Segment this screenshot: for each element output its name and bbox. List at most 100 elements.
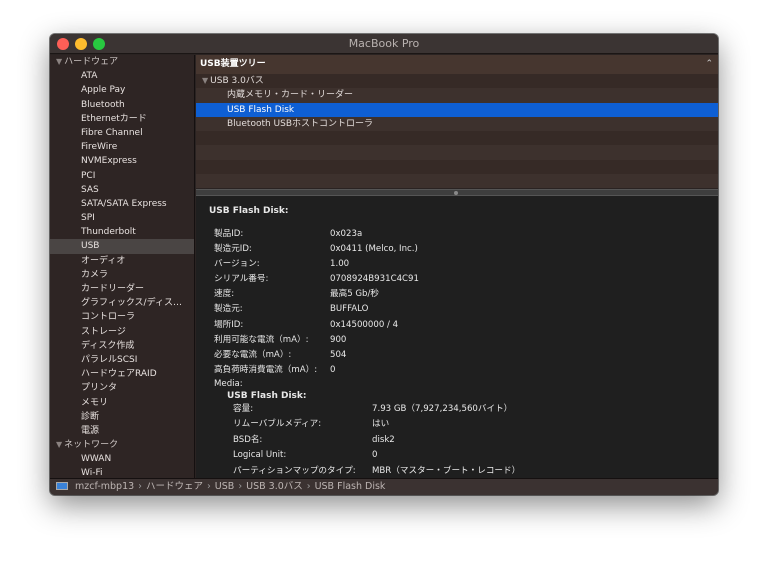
media-title: USB Flash Disk:: [227, 390, 307, 401]
path-segment[interactable]: ハードウェア: [146, 481, 203, 492]
path-segment[interactable]: USB Flash Disk: [315, 481, 386, 492]
sidebar-item-label: NVMExpress: [81, 156, 137, 167]
tree-row: [196, 174, 718, 189]
disclosure-triangle-icon[interactable]: ▼: [56, 57, 62, 66]
property-row: 速度: 最高5 Gb/秒: [209, 287, 718, 302]
chevron-right-icon: ›: [306, 481, 311, 492]
property-value: disk2: [372, 434, 395, 445]
property-row: リムーバブルメディア: はい: [209, 417, 718, 433]
property-value: 0x0411 (Melco, Inc.): [330, 244, 418, 255]
tree-row: [196, 131, 718, 146]
sidebar-item[interactable]: Wi-Fi: [50, 466, 194, 478]
split-divider[interactable]: [196, 189, 718, 196]
sidebar-item[interactable]: プリンタ: [50, 381, 194, 395]
property-key: バージョン:: [214, 259, 260, 270]
sidebar-item[interactable]: グラフィックス/ディス…: [50, 296, 194, 310]
property-key: 製造元:: [214, 304, 243, 315]
sidebar-item-label: ネットワーク: [64, 440, 119, 451]
sidebar-item[interactable]: カードリーダー: [50, 282, 194, 296]
sidebar-item-label: カメラ: [81, 269, 109, 280]
property-key: 製造元ID:: [214, 244, 252, 255]
sidebar-item-label: オーディオ: [81, 255, 126, 266]
sidebar-item[interactable]: メモリ: [50, 396, 194, 410]
property-value: 0x023a: [330, 229, 363, 239]
sidebar-item[interactable]: Fibre Channel: [50, 126, 194, 140]
path-segment[interactable]: USB 3.0バス: [246, 481, 303, 492]
property-key: Logical Unit:: [233, 450, 287, 461]
property-key: 必要な電流（mA）:: [214, 349, 292, 360]
tree-header[interactable]: USB装置ツリー ⌃: [196, 55, 718, 74]
path-bar: mzcf-mbp13 › ハードウェア › USB › USB 3.0バス › USB Flas…: [50, 478, 718, 495]
sidebar: ▼ ハードウェア ATA Apple Pay Bluetooth Ethernetカード F…: [50, 55, 195, 478]
property-value: はい: [372, 419, 390, 430]
chevron-right-icon: ›: [206, 481, 211, 492]
sidebar-group[interactable]: ▼ ネットワーク: [50, 438, 194, 452]
property-row: 場所ID: 0x14500000 / 4: [209, 318, 718, 333]
tree-row[interactable]: ▼ USB 3.0バス: [196, 74, 718, 89]
property-value: MBR（マスター・ブート・レコード）: [372, 465, 521, 476]
property-value: 0x14500000 / 4: [330, 319, 399, 330]
sidebar-item-label: ハードウェアRAID: [81, 369, 157, 380]
tree-row[interactable]: USB Flash Disk: [196, 102, 718, 117]
property-value: 900: [330, 334, 347, 345]
sidebar-item[interactable]: 電源: [50, 424, 194, 438]
sidebar-item[interactable]: ハードウェアRAID: [50, 367, 194, 381]
property-row: 高負荷時消費電流（mA）: 0: [209, 363, 718, 378]
property-value: 最高5 Gb/秒: [330, 289, 379, 300]
chevron-up-icon[interactable]: ⌃: [705, 55, 713, 74]
sidebar-item[interactable]: USB: [50, 239, 194, 254]
property-key: 製品ID:: [214, 229, 244, 239]
sidebar-item[interactable]: ATA: [50, 69, 194, 83]
sidebar-item[interactable]: WWAN: [50, 452, 194, 466]
sidebar-item-label: USB: [81, 241, 100, 252]
sidebar-item[interactable]: PCI: [50, 169, 194, 183]
sidebar-item[interactable]: Bluetooth: [50, 98, 194, 112]
sidebar-item[interactable]: SPI: [50, 211, 194, 225]
sidebar-item[interactable]: 診断: [50, 410, 194, 424]
chevron-right-icon: ›: [138, 481, 142, 492]
sidebar-item[interactable]: ストレージ: [50, 325, 194, 339]
path-segment[interactable]: mzcf-mbp13: [75, 481, 134, 492]
sidebar-group[interactable]: ▼ ハードウェア: [50, 55, 194, 69]
tree-row[interactable]: 内蔵メモリ・カード・リーダー: [196, 88, 718, 103]
property-key: 高負荷時消費電流（mA）:: [214, 364, 318, 375]
sidebar-item[interactable]: Ethernetカード: [50, 112, 194, 126]
sidebar-item-label: SATA/SATA Express: [81, 198, 167, 209]
property-row: パーティションマップのタイプ: MBR（マスター・ブート・レコード）: [209, 464, 718, 478]
tree-row: [196, 159, 718, 175]
property-row: バージョン: 1.00: [209, 257, 718, 272]
sidebar-item[interactable]: コントローラ: [50, 310, 194, 324]
title-bar: MacBook Pro: [50, 34, 718, 54]
sidebar-item[interactable]: FireWire: [50, 140, 194, 154]
disclosure-triangle-icon[interactable]: ▼: [202, 76, 208, 85]
property-key: 速度:: [214, 289, 235, 300]
tree-row[interactable]: Bluetooth USBホストコントローラ: [196, 116, 718, 132]
detail-pane: USB Flash Disk: 製品ID: 0x023a 製造元ID: 0x0411 …: [196, 196, 718, 478]
main-pane: USB装置ツリー ⌃ ▼ USB 3.0バス 内蔵メモリ・カード・リーダー USB F…: [196, 55, 718, 478]
sidebar-item-label: プリンタ: [81, 383, 118, 394]
sidebar-item[interactable]: SAS: [50, 183, 194, 197]
property-value: 7.93 GB（7,927,234,560バイト）: [372, 403, 513, 414]
sidebar-item[interactable]: オーディオ: [50, 254, 194, 268]
laptop-icon: [56, 481, 68, 490]
sidebar-item[interactable]: Thunderbolt: [50, 225, 194, 239]
sidebar-item[interactable]: パラレルSCSI: [50, 353, 194, 367]
sidebar-item[interactable]: Apple Pay: [50, 83, 194, 97]
usb-device-tree: ▼ USB 3.0バス 内蔵メモリ・カード・リーダー USB Flash Disk Bl…: [196, 74, 718, 189]
sidebar-item-label: Thunderbolt: [81, 227, 136, 238]
tree-row-label: 内蔵メモリ・カード・リーダー: [227, 90, 354, 101]
property-row: 容量: 7.93 GB（7,927,234,560バイト）: [209, 402, 718, 418]
property-value: 0708924B931C4C91: [330, 274, 419, 285]
path-segment[interactable]: USB: [215, 481, 235, 492]
sidebar-item[interactable]: SATA/SATA Express: [50, 197, 194, 211]
property-value: BUFFALO: [330, 304, 369, 315]
sidebar-item[interactable]: ディスク作成: [50, 339, 194, 353]
window-title: MacBook Pro: [348, 37, 420, 50]
disclosure-triangle-icon[interactable]: ▼: [56, 440, 62, 449]
sidebar-item[interactable]: NVMExpress: [50, 154, 194, 168]
sidebar-item[interactable]: カメラ: [50, 268, 194, 282]
property-row: 必要な電流（mA）: 504: [209, 348, 718, 363]
sidebar-item-label: SPI: [81, 213, 95, 224]
property-value: 0: [330, 364, 336, 375]
divider-handle-icon[interactable]: [454, 191, 458, 195]
